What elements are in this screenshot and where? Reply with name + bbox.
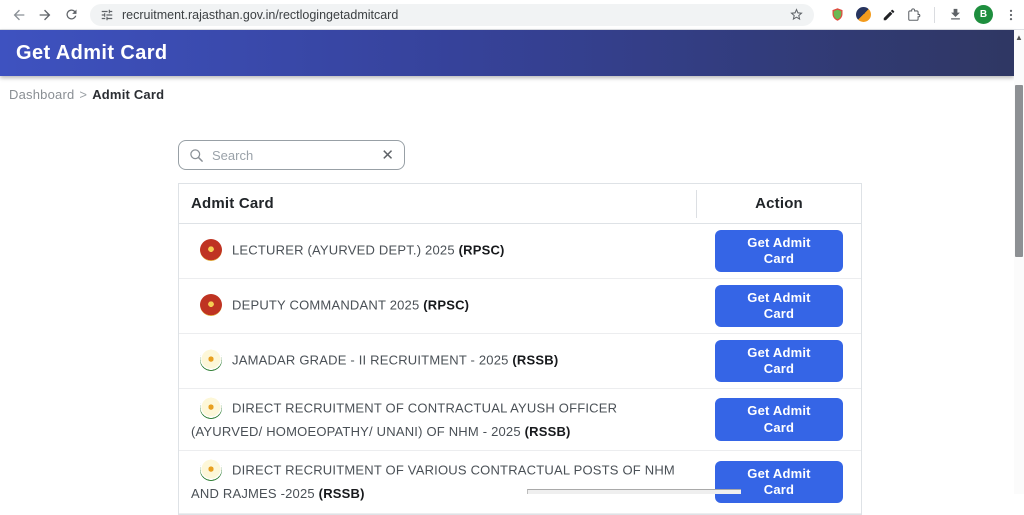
exam-title-cell: DIRECT RECRUITMENT OF CONTRACTUAL AYUSH … [179, 389, 697, 450]
toolbar-separator [934, 6, 935, 23]
vertical-scrollbar[interactable]: ▲ [1014, 30, 1024, 494]
exam-title: DEPUTY COMMANDANT 2025 [232, 297, 424, 313]
breadcrumb-separator: > [79, 87, 88, 102]
admit-card-table: Admit Card Action LECTURER (AYURVED DEPT… [178, 183, 862, 515]
back-arrow-icon [13, 9, 25, 20]
get-admit-card-button[interactable]: Get Admit Card [715, 229, 843, 273]
breadcrumb-dashboard-link[interactable]: Dashboard [9, 87, 74, 102]
extensions-area: B [830, 5, 1018, 24]
exam-title: DIRECT RECRUITMENT OF VARIOUS CONTRACTUA… [191, 462, 675, 502]
exam-org-tag: (RPSC) [423, 297, 470, 313]
table-row: JAMADAR GRADE - II RECRUITMENT - 2025 (R… [179, 334, 861, 389]
table-header: Admit Card Action [179, 184, 861, 224]
extension-orange-icon[interactable] [856, 7, 871, 22]
search-icon [190, 148, 203, 162]
action-cell: Get Admit Card [697, 339, 861, 383]
reload-button[interactable] [58, 2, 84, 28]
table-row: DIRECT RECRUITMENT OF VARIOUS CONTRACTUA… [179, 451, 861, 514]
column-header-action: Action [755, 195, 803, 212]
scrollbar-thumb[interactable] [1015, 85, 1023, 257]
get-admit-card-button[interactable]: Get Admit Card [715, 460, 843, 504]
forward-button[interactable] [32, 2, 58, 28]
browser-toolbar: recruitment.rajasthan.gov.in/rectloginge… [0, 0, 1024, 30]
rssb-logo-icon [200, 349, 222, 371]
get-admit-card-button[interactable]: Get Admit Card [715, 284, 843, 328]
get-admit-card-button[interactable]: Get Admit Card [715, 339, 843, 383]
address-bar[interactable]: recruitment.rajasthan.gov.in/rectloginge… [90, 3, 814, 26]
extensions-puzzle-icon[interactable] [907, 7, 921, 22]
exam-org-tag: (RPSC) [458, 242, 505, 258]
column-header-admit-card: Admit Card [191, 195, 274, 212]
exam-title: LECTURER (AYURVED DEPT.) 2025 [232, 242, 459, 258]
action-cell: Get Admit Card [697, 229, 861, 273]
rssb-logo-icon [200, 459, 222, 482]
admit-card-table-body: LECTURER (AYURVED DEPT.) 2025 (RPSC) Get… [179, 224, 861, 514]
exam-org-tag: (RSSB) [512, 352, 559, 368]
page-banner: Get Admit Card [0, 30, 1014, 76]
back-button[interactable] [6, 2, 32, 28]
forward-arrow-icon [39, 9, 51, 20]
action-cell: Get Admit Card [697, 398, 861, 441]
breadcrumb-current: Admit Card [92, 87, 165, 102]
rpsc-logo-icon [200, 294, 222, 316]
adblock-shield-icon[interactable] [830, 7, 845, 22]
scroll-up-arrow-icon[interactable]: ▲ [1015, 34, 1023, 42]
profile-avatar[interactable]: B [974, 5, 993, 24]
exam-org-tag: (RSSB) [524, 424, 571, 439]
table-row: DIRECT RECRUITMENT OF CONTRACTUAL AYUSH … [179, 389, 861, 452]
pen-extension-icon[interactable] [882, 8, 896, 22]
table-row: LECTURER (AYURVED DEPT.) 2025 (RPSC) Get… [179, 224, 861, 279]
bottom-partial-element [527, 489, 741, 494]
exam-title-cell: DIRECT RECRUITMENT OF VARIOUS CONTRACTUA… [179, 451, 697, 512]
action-cell: Get Admit Card [697, 284, 861, 328]
exam-title: JAMADAR GRADE - II RECRUITMENT - 2025 [232, 352, 513, 368]
get-admit-card-button[interactable]: Get Admit Card [715, 398, 843, 441]
search-input[interactable] [212, 147, 382, 163]
bookmark-star-icon[interactable] [789, 7, 804, 22]
rpsc-logo-icon [200, 239, 222, 261]
clear-search-icon[interactable]: ✕ [381, 148, 394, 163]
exam-title-cell: LECTURER (AYURVED DEPT.) 2025 (RPSC) [179, 231, 697, 271]
exam-title-cell: DEPUTY COMMANDANT 2025 (RPSC) [179, 286, 697, 326]
exam-title-cell: JAMADAR GRADE - II RECRUITMENT - 2025 (R… [179, 341, 697, 381]
page-title: Get Admit Card [16, 41, 168, 64]
downloads-icon[interactable] [948, 7, 963, 22]
site-settings-icon[interactable] [100, 8, 114, 22]
action-cell: Get Admit Card [697, 460, 861, 504]
rssb-logo-icon [200, 397, 222, 419]
search-box[interactable]: ✕ [178, 140, 405, 170]
table-row: DEPUTY COMMANDANT 2025 (RPSC) Get Admit … [179, 279, 861, 334]
reload-icon [65, 9, 76, 20]
breadcrumb: Dashboard > Admit Card [9, 87, 164, 102]
chrome-menu-icon[interactable] [1004, 8, 1018, 22]
url-text[interactable]: recruitment.rajasthan.gov.in/rectloginge… [122, 8, 789, 22]
